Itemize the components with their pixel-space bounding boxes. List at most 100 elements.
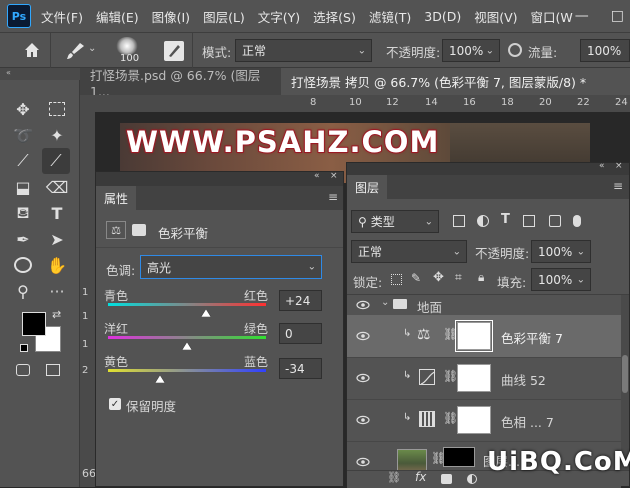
layer-mask-thumbnail[interactable]: [457, 406, 491, 434]
layer-row[interactable]: ↳ ⚖ ⛓ 色彩平衡 7: [347, 315, 621, 358]
fx-icon[interactable]: fx: [415, 470, 426, 484]
magenta-green-slider-thumb[interactable]: [181, 339, 193, 353]
home-icon[interactable]: [22, 40, 42, 60]
stamp-tool-icon[interactable]: ⬓: [12, 176, 34, 198]
cyan-red-slider-thumb[interactable]: [200, 306, 212, 320]
brush-settings-icon[interactable]: [164, 41, 184, 61]
menu-image[interactable]: 图像(I): [152, 7, 190, 26]
magenta-green-value[interactable]: 0: [279, 323, 322, 344]
layer-mask-thumbnail[interactable]: [457, 364, 491, 392]
type-tool-icon[interactable]: T: [46, 202, 68, 224]
layer-list-scrollbar[interactable]: [621, 295, 629, 470]
adjustment-filter-icon[interactable]: [477, 215, 489, 227]
visibility-eye-icon[interactable]: [356, 329, 370, 343]
more-tools-icon[interactable]: ···: [46, 280, 68, 302]
flow-input[interactable]: 100%: [580, 39, 630, 62]
add-mask-icon[interactable]: [441, 474, 452, 484]
menu-select[interactable]: 选择(S): [313, 7, 356, 26]
collapse-icon[interactable]: «: [599, 161, 605, 171]
close-icon[interactable]: ×: [615, 161, 623, 171]
maximize-button[interactable]: □: [611, 8, 624, 24]
menu-view[interactable]: 视图(V): [474, 7, 517, 26]
menu-3d[interactable]: 3D(D): [424, 9, 461, 24]
pressure-opacity-icon[interactable]: [508, 43, 522, 57]
path-select-tool-icon[interactable]: ➤: [46, 228, 68, 250]
lasso-tool-icon[interactable]: ➰: [12, 124, 34, 146]
zoom-tool-icon[interactable]: ⚲: [12, 280, 34, 302]
type-filter-icon[interactable]: T: [501, 212, 510, 227]
opacity-input[interactable]: 100% ⌄: [442, 39, 500, 62]
link-icon[interactable]: ⛓: [443, 327, 458, 341]
lock-all-icon[interactable]: 🔒︎: [478, 270, 484, 285]
collapse-icon[interactable]: «: [0, 68, 80, 80]
tone-select[interactable]: 高光 ⌄: [140, 255, 322, 279]
menu-filter[interactable]: 滤镜(T): [369, 7, 411, 26]
layer-group-row[interactable]: ⌄ 地面: [347, 295, 621, 316]
chevron-down-icon[interactable]: ⌄: [381, 297, 389, 308]
tab-layers[interactable]: 图层: [347, 175, 387, 199]
magic-wand-tool-icon[interactable]: ✦: [46, 124, 68, 146]
menu-type[interactable]: 文字(Y): [258, 7, 300, 26]
lock-artboard-icon[interactable]: ⌗: [455, 270, 462, 285]
tab-document-2[interactable]: 打怪场景 拷贝 @ 66.7% (色彩平衡 7, 图层蒙版/8) *: [281, 68, 630, 95]
menu-file[interactable]: 文件(F): [41, 7, 83, 26]
visibility-eye-icon[interactable]: [356, 455, 370, 469]
shape-filter-icon[interactable]: [523, 215, 535, 227]
lock-pixels-icon[interactable]: ✎: [411, 271, 421, 285]
smart-object-filter-icon[interactable]: [549, 215, 561, 227]
collapse-icon[interactable]: «: [314, 171, 320, 181]
screen-mode-icon[interactable]: [46, 364, 60, 376]
foreground-color-swatch[interactable]: [22, 312, 46, 336]
pixel-filter-icon[interactable]: [453, 215, 465, 227]
menu-layer[interactable]: 图层(L): [203, 7, 245, 26]
chevron-down-icon[interactable]: ⌄: [88, 43, 96, 54]
preserve-luminosity-checkbox[interactable]: ✓: [109, 398, 121, 410]
new-adjustment-icon[interactable]: [467, 474, 477, 484]
lock-position-icon[interactable]: ✥: [433, 270, 444, 285]
scrollbar-thumb[interactable]: [622, 355, 628, 393]
layer-blend-mode-select[interactable]: 正常 ⌄: [351, 240, 467, 263]
tab-document-1[interactable]: 打怪场景.psd @ 66.7% (图层 1...: [80, 68, 280, 99]
layer-opacity-input[interactable]: 100% ⌄: [531, 240, 591, 263]
lock-transparent-icon[interactable]: [391, 274, 402, 285]
swap-colors-icon[interactable]: ⇄: [52, 308, 61, 321]
cyan-red-slider-track[interactable]: [108, 303, 266, 306]
layer-filter-select[interactable]: ⚲ 类型 ⌄: [351, 210, 439, 233]
yellow-blue-value[interactable]: -34: [279, 358, 322, 379]
close-icon[interactable]: ×: [330, 171, 338, 181]
layer-mask-thumbnail[interactable]: [455, 320, 493, 352]
layer-row[interactable]: ↳ ⛓ 曲线 52: [347, 357, 621, 400]
marquee-tool-icon[interactable]: [46, 98, 68, 120]
visibility-eye-icon[interactable]: [356, 413, 370, 427]
link-icon[interactable]: ⛓: [443, 411, 458, 425]
layer-mask-thumbnail[interactable]: [443, 447, 475, 467]
link-layers-icon[interactable]: ⛓: [387, 471, 401, 484]
cyan-red-value[interactable]: +24: [279, 290, 322, 311]
ellipse-tool-icon[interactable]: [12, 254, 34, 276]
eyedropper-tool-icon[interactable]: ⟋: [12, 150, 34, 172]
hand-tool-icon[interactable]: ✋: [46, 254, 68, 276]
eraser-tool-icon[interactable]: ⌫: [46, 176, 69, 198]
quick-mask-icon[interactable]: [16, 364, 30, 376]
brush-tool-icon[interactable]: ⟋: [42, 148, 70, 174]
move-tool-icon[interactable]: ✥: [12, 98, 34, 120]
yellow-blue-slider-track[interactable]: [108, 369, 266, 372]
paint-bucket-tool-icon[interactable]: ⛾: [12, 202, 34, 224]
tab-properties[interactable]: 属性: [96, 186, 136, 210]
minimize-button[interactable]: —: [575, 8, 589, 24]
panel-menu-icon[interactable]: ≡: [328, 190, 338, 204]
panel-menu-icon[interactable]: ≡: [613, 179, 623, 193]
pen-tool-icon[interactable]: ✒: [12, 228, 34, 250]
default-colors-icon[interactable]: [20, 344, 28, 352]
filter-toggle-icon[interactable]: [573, 215, 581, 227]
blend-mode-select[interactable]: 正常 ⌄: [235, 39, 372, 62]
layer-row[interactable]: ↳ ⛓ 色相 ... 7: [347, 399, 621, 442]
brush-tool-icon[interactable]: [64, 41, 86, 61]
mask-icon[interactable]: [132, 224, 146, 236]
link-icon[interactable]: ⛓: [443, 369, 458, 383]
visibility-eye-icon[interactable]: [356, 298, 370, 312]
menu-window[interactable]: 窗口(W: [531, 7, 573, 26]
fill-input[interactable]: 100% ⌄: [531, 268, 591, 291]
yellow-blue-slider-thumb[interactable]: [154, 372, 166, 386]
visibility-eye-icon[interactable]: [356, 371, 370, 385]
